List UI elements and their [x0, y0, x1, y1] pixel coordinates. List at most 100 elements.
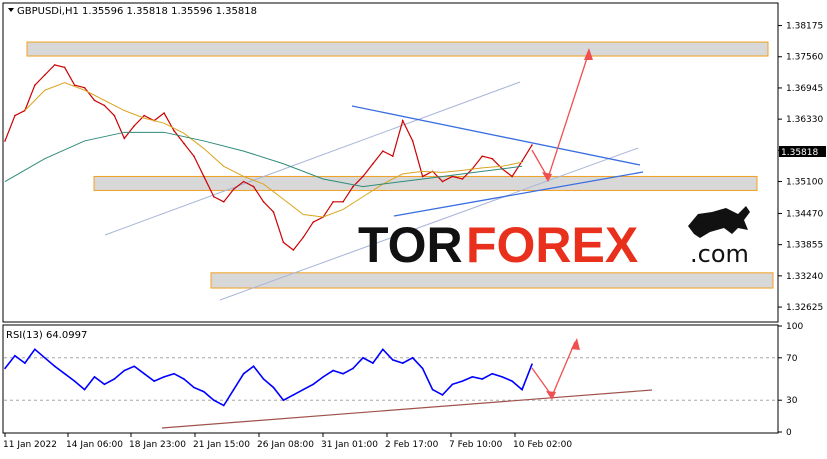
price-point: [34, 84, 36, 86]
price-point: [103, 104, 106, 107]
price-point: [232, 188, 235, 190]
y-tick-label: 1.33855: [786, 241, 823, 251]
price-point: [511, 175, 513, 178]
rsi-point: [193, 386, 195, 389]
rsi-point: [232, 388, 235, 391]
rsi-point: [411, 357, 414, 359]
price-point: [14, 114, 16, 117]
logo-com: .com: [690, 240, 749, 268]
x-tick-label: 2 Feb 17:00: [385, 440, 439, 450]
price-point: [133, 124, 136, 127]
price-point: [352, 185, 354, 188]
price-point: [193, 155, 195, 157]
rsi-point: [53, 365, 56, 368]
rsi-point: [183, 378, 185, 380]
rsi-point: [143, 372, 146, 375]
price-point: [143, 114, 146, 117]
rsi-point: [222, 404, 225, 407]
x-tick-label: 10 Feb 02:00: [513, 440, 572, 450]
rsi-point: [203, 390, 205, 393]
rsi-point: [272, 386, 275, 389]
y-tick-label: 1.37560: [786, 53, 823, 63]
price-point: [123, 137, 126, 140]
rsi-point: [312, 383, 315, 386]
current-price-label: 1.35818: [781, 148, 818, 158]
y-tick-label: 1.35100: [786, 178, 823, 188]
rsi-point: [382, 348, 384, 351]
forex-chart: 1.381751.375601.369451.363301.357151.351…: [0, 0, 827, 455]
rsi-tick-label: 30: [786, 396, 798, 406]
rsi-point: [262, 378, 265, 380]
price-point: [382, 150, 384, 152]
price-point: [4, 140, 6, 142]
rsi-point: [302, 388, 305, 391]
rsi-point: [133, 365, 136, 368]
rsi-point: [481, 378, 484, 380]
price-point: [372, 162, 374, 165]
x-tick-label: 18 Jan 23:00: [129, 440, 186, 450]
rsi-point: [491, 372, 494, 375]
x-tick-label: 11 Jan 2022: [3, 440, 57, 450]
price-point: [213, 195, 215, 198]
logo-tor: TOR: [358, 217, 463, 273]
price-point: [173, 130, 175, 132]
rsi-point: [73, 380, 76, 382]
rsi-point: [153, 380, 155, 382]
rsi-point: [103, 383, 106, 386]
price-point: [401, 119, 404, 122]
rsi-plot-frame: [2, 324, 779, 434]
rsi-point: [531, 363, 533, 365]
rsi-point: [471, 376, 474, 378]
rsi-point: [83, 388, 86, 391]
price-point: [83, 86, 86, 89]
rsi-point: [113, 378, 116, 380]
y-tick-label: 1.38175: [786, 22, 823, 32]
rsi-point: [511, 380, 513, 382]
rsi-point: [441, 394, 444, 396]
rsi-point: [24, 362, 26, 364]
rsi-point: [34, 348, 36, 351]
price-point: [163, 112, 165, 114]
rsi-point: [461, 380, 464, 382]
price-point: [53, 64, 56, 66]
rsi-point: [242, 372, 245, 375]
y-tick-label: 1.32625: [786, 303, 823, 313]
x-tick-label: 7 Feb 10:00: [449, 440, 503, 450]
price-point: [63, 66, 66, 69]
rsi-point: [4, 367, 6, 370]
price-point: [411, 140, 414, 142]
rsi-point: [252, 365, 255, 368]
price-point: [272, 211, 275, 213]
x-tick-label: 31 Jan 01:00: [321, 440, 378, 450]
rsi-point: [213, 399, 215, 402]
price-point: [441, 180, 444, 183]
price-point: [292, 249, 295, 251]
price-point: [521, 160, 523, 163]
price-point: [491, 157, 494, 160]
price-point: [183, 142, 185, 145]
rsi-point: [362, 357, 364, 359]
rsi-point: [123, 369, 126, 372]
rsi-point: [421, 367, 424, 370]
rsi-point: [322, 376, 324, 378]
price-point: [531, 144, 533, 146]
price-point: [93, 99, 96, 102]
y-tick-label: 1.33240: [786, 272, 823, 282]
rsi-point: [521, 388, 523, 391]
price-point: [242, 180, 245, 183]
y-tick-label: 1.36945: [786, 84, 823, 94]
price-point: [421, 175, 424, 178]
sr-zone-0: [26, 41, 769, 57]
rsi-point: [501, 376, 503, 378]
price-point: [302, 236, 305, 239]
y-tick-label: 1.36330: [786, 115, 823, 125]
price-point: [262, 201, 265, 203]
rsi-point: [163, 376, 165, 378]
rsi-point: [282, 399, 285, 402]
rsi-point: [342, 372, 344, 375]
rsi-tick-label: 100: [786, 322, 803, 332]
price-point: [113, 114, 116, 117]
rsi-point: [332, 369, 334, 372]
price-point: [43, 74, 46, 76]
price-point: [481, 155, 484, 157]
